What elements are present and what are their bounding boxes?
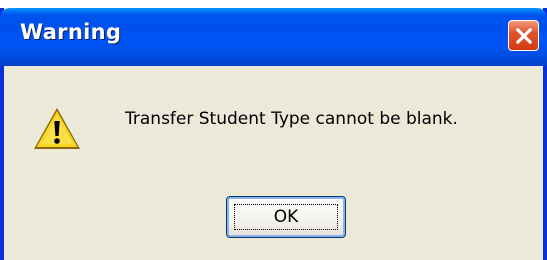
warning-dialog: Warning Transfer Student Type cannot be …: [0, 8, 547, 260]
warning-message: Transfer Student Type cannot be blank.: [125, 109, 458, 129]
dialog-title: Warning: [20, 20, 122, 44]
title-bar[interactable]: Warning: [0, 8, 547, 66]
dialog-body: Transfer Student Type cannot be blank. O…: [4, 66, 543, 260]
warning-icon: [34, 108, 80, 149]
close-button[interactable]: [508, 20, 539, 51]
ok-button-label: OK: [273, 207, 299, 227]
ok-button[interactable]: OK: [226, 196, 346, 238]
close-icon: [515, 27, 532, 44]
